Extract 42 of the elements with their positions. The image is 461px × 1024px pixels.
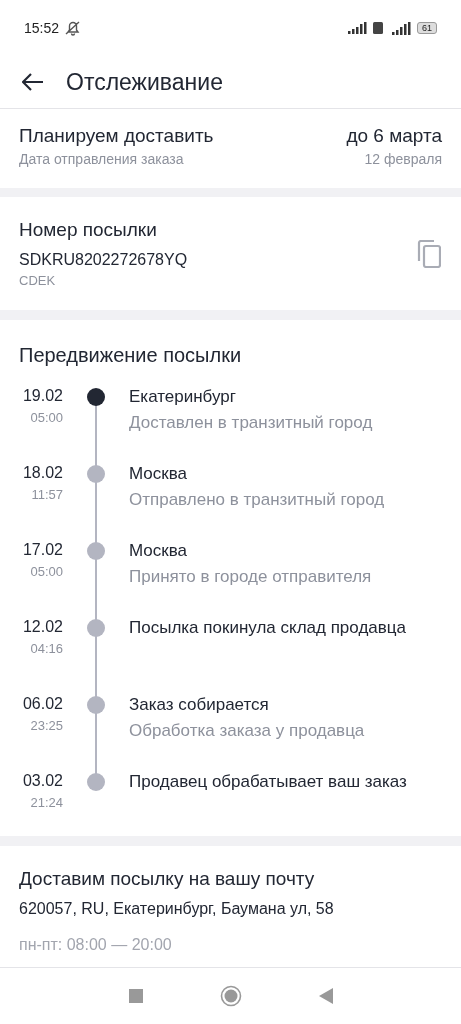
event-title: Посылка покинула склад продавца: [129, 618, 406, 638]
event-date: 17.02: [22, 541, 63, 559]
event-time: 05:00: [30, 410, 63, 425]
event-time: 11:57: [31, 487, 63, 502]
back-icon[interactable]: [318, 988, 333, 1004]
event-status: Обработка заказа у продавца: [129, 721, 365, 741]
event-time: 05:00: [30, 564, 63, 579]
tracking-number: SDKRU8202272678YQ: [19, 251, 188, 269]
event-date: 06.02: [22, 695, 63, 713]
event-title: Продавец обрабатывает ваш заказ: [129, 772, 407, 792]
event-date: 18.02: [22, 464, 63, 482]
copy-icon[interactable]: [417, 239, 441, 268]
event-date: 19.02: [22, 387, 63, 405]
post-office-address: 620057, RU, Екатеринбург, Баумана ул, 58: [19, 900, 335, 918]
event-time: 23:25: [30, 718, 63, 733]
shipping-date-label: Дата отправления заказа: [19, 151, 184, 167]
opening-hours: пн-пт: 08:00 — 20:00: [19, 936, 173, 954]
event-title: Екатеринбург: [129, 387, 237, 407]
event-status: Доставлен в транзитный город: [129, 413, 373, 433]
event-title: Москва: [129, 464, 189, 484]
recent-apps-icon[interactable]: [128, 989, 143, 1003]
event-date: 03.02: [22, 772, 63, 790]
shipping-date: 12 февраля: [364, 151, 442, 167]
signal-icon: [348, 22, 368, 34]
back-arrow-icon[interactable]: [22, 73, 44, 91]
event-date: 12.02: [22, 618, 63, 636]
event-status: Принято в городе отправителя: [129, 567, 372, 587]
section-title: Передвижение посылки: [19, 344, 243, 367]
home-icon[interactable]: [219, 985, 242, 1007]
page-title: Отслеживание: [66, 68, 223, 96]
carrier-name: CDEK: [19, 273, 57, 288]
section-title: Доставим посылку на вашу почту: [19, 868, 316, 890]
event-time: 04:16: [30, 641, 63, 656]
section-title: Номер посылки: [19, 219, 158, 241]
event-status: Отправлено в транзитный город: [129, 490, 385, 510]
status-time: 15:52: [24, 20, 60, 36]
delivery-label: Планируем доставить: [19, 125, 214, 147]
delivery-date: до 6 марта: [346, 125, 442, 147]
battery-indicator: 61: [417, 22, 437, 34]
event-title: Заказ собирается: [129, 695, 270, 715]
event-time: 21:24: [30, 795, 63, 810]
event-title: Москва: [129, 541, 189, 561]
